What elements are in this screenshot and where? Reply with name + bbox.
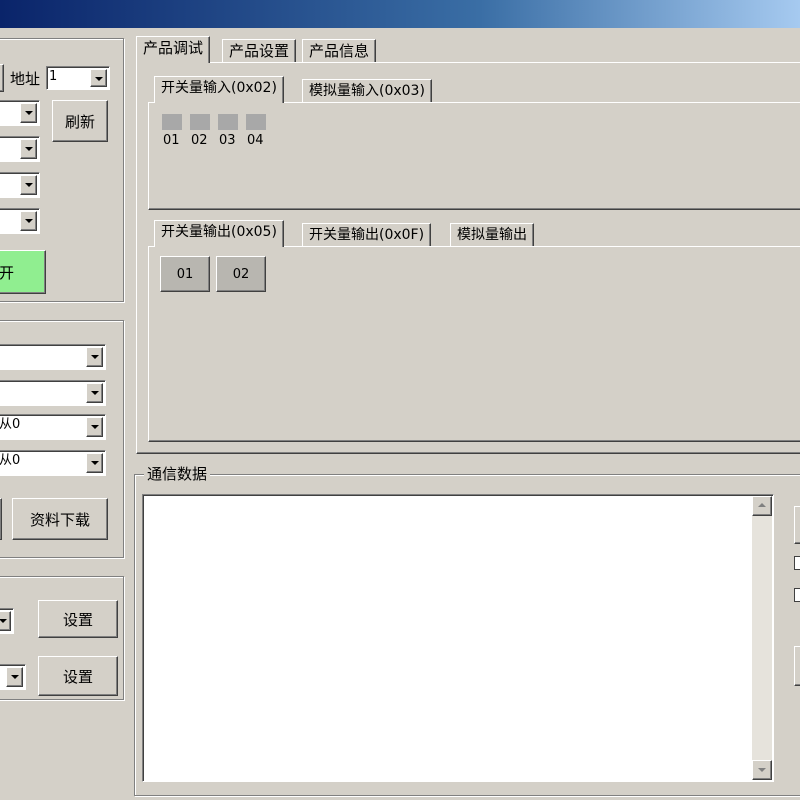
address-label: 地址 bbox=[10, 70, 41, 88]
port-combo[interactable] bbox=[0, 100, 40, 126]
address-combo[interactable]: 1 bbox=[46, 66, 110, 90]
param-d-value: 从0 bbox=[0, 453, 21, 468]
chevron-down-icon[interactable] bbox=[20, 211, 37, 231]
chevron-down-icon[interactable] bbox=[20, 139, 37, 159]
output-button-02[interactable]: 02 bbox=[216, 256, 266, 292]
parity-combo[interactable] bbox=[0, 172, 40, 198]
partial-checkbox-2[interactable] bbox=[794, 588, 800, 602]
title-bar[interactable] bbox=[0, 0, 800, 28]
chevron-down-icon[interactable] bbox=[0, 611, 11, 631]
input-led-02 bbox=[190, 114, 210, 130]
tab-product-settings[interactable]: 产品设置 bbox=[222, 39, 297, 63]
input-led-04 bbox=[246, 114, 266, 130]
scroll-up-icon[interactable] bbox=[752, 496, 772, 516]
baud-combo[interactable] bbox=[0, 136, 40, 162]
chevron-down-icon[interactable] bbox=[86, 383, 103, 403]
chevron-down-icon[interactable] bbox=[6, 667, 23, 687]
chevron-down-icon[interactable] bbox=[20, 103, 37, 123]
partial-upload-button[interactable] bbox=[0, 498, 2, 540]
chevron-down-icon[interactable] bbox=[20, 175, 37, 195]
param-combo-a[interactable] bbox=[0, 344, 106, 370]
comm-data-textarea[interactable] bbox=[142, 494, 774, 782]
partial-right-button-1[interactable] bbox=[794, 506, 800, 544]
input-led-01 bbox=[162, 114, 182, 130]
param-combo-c[interactable]: 从0 bbox=[0, 414, 106, 440]
param-c-value: 从0 bbox=[0, 417, 21, 432]
tab-product-info[interactable]: 产品信息 bbox=[302, 39, 377, 63]
input-led-03 bbox=[218, 114, 238, 130]
partial-checkbox-1[interactable] bbox=[794, 556, 800, 570]
setting-combo-1[interactable] bbox=[0, 608, 14, 634]
partial-button[interactable] bbox=[0, 64, 4, 92]
tab-analog-input[interactable]: 模拟量输入(0x03) bbox=[302, 79, 432, 103]
input-label-01: 01 bbox=[163, 133, 180, 148]
chevron-down-icon[interactable] bbox=[86, 453, 103, 473]
set-button-1[interactable]: 设置 bbox=[38, 600, 118, 638]
chevron-down-icon[interactable] bbox=[86, 347, 103, 367]
address-value: 1 bbox=[49, 69, 58, 84]
tab-product-debug[interactable]: 产品调试 bbox=[136, 36, 211, 63]
tab-analog-output[interactable]: 模拟量输出 bbox=[450, 223, 534, 247]
param-combo-d[interactable]: 从0 bbox=[0, 450, 106, 476]
input-label-04: 04 bbox=[247, 133, 264, 148]
stopbits-combo[interactable] bbox=[0, 208, 40, 234]
setting-combo-2[interactable] bbox=[0, 664, 26, 690]
partial-right-button-2[interactable] bbox=[794, 646, 800, 686]
chevron-down-icon[interactable] bbox=[90, 69, 107, 87]
refresh-button[interactable]: 刷新 bbox=[52, 100, 108, 142]
open-port-button[interactable]: 开 bbox=[0, 250, 46, 294]
comm-scrollbar[interactable] bbox=[752, 496, 772, 780]
comm-data-title: 通信数据 bbox=[144, 466, 211, 482]
input-label-03: 03 bbox=[219, 133, 236, 148]
tab-digital-input[interactable]: 开关量输入(0x02) bbox=[154, 76, 284, 103]
tab-digital-output-05[interactable]: 开关量输出(0x05) bbox=[154, 220, 284, 247]
input-label-02: 02 bbox=[191, 133, 208, 148]
tab-digital-output-0f[interactable]: 开关量输出(0x0F) bbox=[302, 223, 432, 247]
output-button-01[interactable]: 01 bbox=[160, 256, 210, 292]
download-button[interactable]: 资料下载 bbox=[12, 498, 108, 540]
set-button-2[interactable]: 设置 bbox=[38, 656, 118, 696]
param-combo-b[interactable] bbox=[0, 380, 106, 406]
scroll-down-icon[interactable] bbox=[752, 760, 772, 780]
chevron-down-icon[interactable] bbox=[86, 417, 103, 437]
